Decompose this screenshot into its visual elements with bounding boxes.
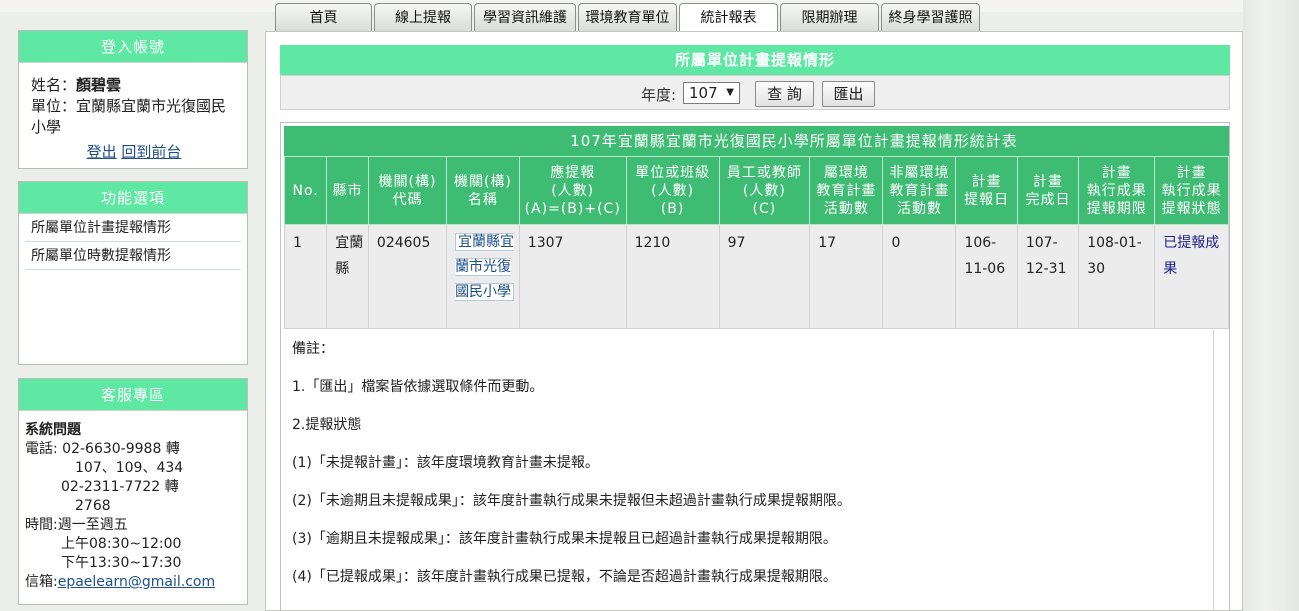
login-panel: 登入帳號 姓名：顏碧雲 單位：宜蘭縣宜蘭市光復國民小學 登出 回到前台 <box>18 30 248 169</box>
note-2: 2.提報狀態 <box>292 417 362 433</box>
menu-item-hours-report[interactable]: 所屬單位時數提報情形 <box>25 242 241 270</box>
report-table: No. 縣市 機關(構) 代碼 機關(構) 名稱 應提報 (人數) (A)=(B… <box>283 156 1229 329</box>
cell-submit-date: 106-11-06 <box>955 224 1018 329</box>
phone-number-2: 02-2311-7722 轉 <box>61 479 179 495</box>
column-header: 應提報 (人數) (A)=(B)+(C) <box>518 156 627 225</box>
service-heading: 系統問題 <box>25 422 81 438</box>
service-hours-pm: 下午13:30~17:30 <box>61 555 182 571</box>
year-label: 年度: <box>641 86 677 104</box>
header-city: 縣市 <box>332 182 363 199</box>
year-select[interactable]: 107 ▼ <box>683 82 740 104</box>
note-1: 1.「匯出」檔案皆依據選取條件而更動。 <box>292 379 544 395</box>
header-env-activities: 屬環境 教育計畫 活動數 <box>816 164 877 217</box>
tab-env-edu-units[interactable]: 環境教育單位 <box>578 3 677 31</box>
column-header: 機關(構) 代碼 <box>367 156 448 225</box>
header-submit-date: 計畫 提報日 <box>964 173 1010 208</box>
cell-complete-date: 107-12-31 <box>1016 224 1080 329</box>
year-select-value: 107 <box>689 84 718 102</box>
function-panel-title: 功能選項 <box>19 182 247 214</box>
login-panel-title: 登入帳號 <box>19 31 247 63</box>
service-panel-title: 客服專區 <box>19 379 247 411</box>
unit-label: 單位： <box>31 97 77 115</box>
column-header: 機關(構) 名稱 <box>446 156 520 225</box>
phone-ext-2: 2768 <box>75 498 111 514</box>
notes-section: 備註： 1.「匯出」檔案皆依據選取條件而更動。 2.提報狀態 (1)「未提報計畫… <box>284 330 1216 596</box>
phone-label: 電話: <box>25 441 58 457</box>
page-right-background <box>1243 0 1299 611</box>
logout-link[interactable]: 登出 <box>87 143 117 161</box>
table-row: 1 宜蘭縣 024605 宜蘭縣宜蘭市光復國民小學 1307 1210 97 1… <box>283 224 1229 329</box>
page-title: 所屬單位計畫提報情形 <box>280 45 1230 75</box>
tab-online-report[interactable]: 線上提報 <box>374 3 472 31</box>
column-header: 計畫 執行成果 提報狀態 <box>1154 156 1229 225</box>
cell-env-activities: 17 <box>809 224 884 329</box>
time-label: 時間: <box>25 517 58 533</box>
header-complete-date: 計畫 完成日 <box>1025 173 1071 208</box>
chevron-down-icon: ▼ <box>726 87 734 98</box>
tab-statistics[interactable]: 統計報表 <box>679 3 778 32</box>
note-status-1: (1)「未提報計畫」：該年度環境教育計畫未提報。 <box>292 455 599 471</box>
service-panel: 客服專區 系統問題 電話: 02-6630-9988 轉 107、109、434… <box>18 378 248 605</box>
cell-result-deadline: 108-01-30 <box>1078 224 1156 329</box>
note-status-4: (4)「已提報成果」：該年度計畫執行成果已提報，不論是否超過計畫執行成果提報期限… <box>292 569 837 585</box>
cell-no: 1 <box>283 224 328 329</box>
notes-divider <box>1213 330 1214 611</box>
function-panel: 功能選項 所屬單位計畫提報情形 所屬單位時數提報情形 <box>18 181 248 365</box>
column-header: 單位或班級 (人數) (B) <box>625 156 720 225</box>
service-days: 週一至週五 <box>57 517 128 533</box>
report-table-container: 107年宜蘭縣宜蘭市光復國民小學所屬單位計畫提報情形統計表 No. 縣市 機關(… <box>280 122 1230 611</box>
table-header-row: No. 縣市 機關(構) 代碼 機關(構) 名稱 應提報 (人數) (A)=(B… <box>283 156 1229 225</box>
note-status-3: (3)「逾期且未提報成果」：該年度計畫執行成果未提報且已超過計畫執行成果提報期限… <box>292 531 837 547</box>
column-header: 縣市 <box>326 156 369 225</box>
user-name: 顏碧雲 <box>76 76 122 94</box>
cell-org-name: 宜蘭縣宜蘭市光復國民小學 <box>446 224 520 329</box>
column-header: 計畫 提報日 <box>955 156 1018 225</box>
report-table-caption: 107年宜蘭縣宜蘭市光復國民小學所屬單位計畫提報情形統計表 <box>284 126 1229 156</box>
service-hours-am: 上午08:30~12:00 <box>61 536 182 552</box>
header-unit-count: 單位或班級 (人數) (B) <box>635 164 711 217</box>
tab-home[interactable]: 首頁 <box>275 3 372 31</box>
notes-title: 備註： <box>292 341 334 357</box>
phone-number-1: 02-6630-9988 轉 <box>62 441 180 457</box>
header-staff-count: 員工或教師 (人數) (C) <box>726 164 802 217</box>
header-org-code: 機關(構) 代碼 <box>378 173 437 208</box>
tab-learning-info[interactable]: 學習資訊維護 <box>474 3 576 31</box>
email-link[interactable]: epaelearn@gmail.com <box>58 574 215 590</box>
phone-ext-1: 107、109、434 <box>75 460 184 476</box>
cell-unit-count: 1210 <box>625 224 720 329</box>
header-required-count: 應提報 (人數) (A)=(B)+(C) <box>524 164 621 217</box>
cell-city: 宜蘭縣 <box>326 224 369 329</box>
column-header: No. <box>283 156 328 225</box>
header-org-name: 機關(構) 名稱 <box>453 173 512 208</box>
menu-item-plan-report[interactable]: 所屬單位計畫提報情形 <box>25 214 241 242</box>
column-header: 計畫 完成日 <box>1016 156 1080 225</box>
org-name-text: 宜蘭縣宜蘭市光復國民小學 <box>455 233 515 301</box>
column-header: 屬環境 教育計畫 活動數 <box>809 156 884 225</box>
cell-nonenv-activities: 0 <box>882 224 957 329</box>
export-button[interactable]: 匯出 <box>822 81 875 107</box>
tab-deadline[interactable]: 限期辦理 <box>780 3 879 31</box>
result-status-text: 已提報成果 <box>1163 235 1220 277</box>
cell-staff-count: 97 <box>718 224 811 329</box>
name-label: 姓名： <box>31 76 77 94</box>
column-header: 非屬環境 教育計畫 活動數 <box>882 156 957 225</box>
header-no: No. <box>292 182 319 199</box>
header-result-status: 計畫 執行成果 提報狀態 <box>1161 164 1222 217</box>
header-nonenv-activities: 非屬環境 教育計畫 活動數 <box>889 164 950 217</box>
cell-result-status: 已提報成果 <box>1154 224 1229 329</box>
email-label: 信箱: <box>25 574 58 590</box>
column-header: 員工或教師 (人數) (C) <box>718 156 811 225</box>
query-button[interactable]: 查 詢 <box>755 81 814 107</box>
note-status-2: (2)「未逾期且未提報成果」：該年度計畫執行成果未提報但未超過計畫執行成果提報期… <box>292 493 851 509</box>
header-result-deadline: 計畫 執行成果 提報期限 <box>1086 164 1147 217</box>
cell-required-count: 1307 <box>518 224 627 329</box>
main-content: 所屬單位計畫提報情形 年度: 107 ▼ 查 詢 匯出 107年宜蘭縣宜蘭市光復… <box>265 31 1243 611</box>
filter-bar: 年度: 107 ▼ 查 詢 匯出 <box>280 75 1230 110</box>
column-header: 計畫 執行成果 提報期限 <box>1078 156 1156 225</box>
org-name-link[interactable]: 宜蘭縣宜蘭市光復國民小學 <box>455 230 515 305</box>
back-to-frontend-link[interactable]: 回到前台 <box>121 143 181 161</box>
tab-lifelong-passport[interactable]: 終身學習護照 <box>881 3 980 31</box>
cell-org-code: 024605 <box>367 224 448 329</box>
